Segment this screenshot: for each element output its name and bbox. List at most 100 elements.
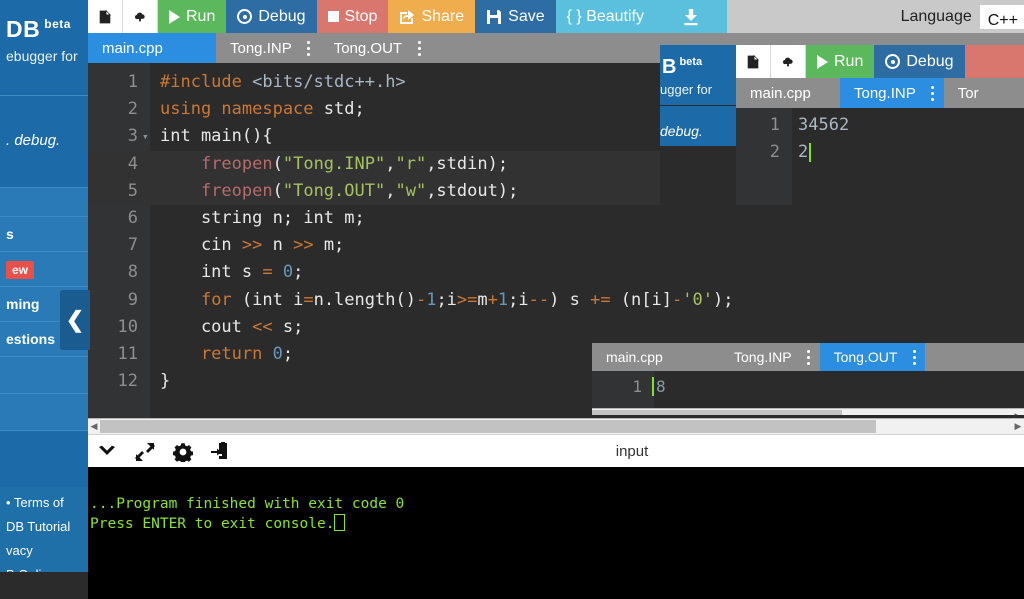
win3-tab-tong-inp-label: Tong.INP — [734, 349, 792, 365]
win2-tab-main-cpp[interactable]: main.cpp — [736, 78, 840, 108]
left-sidebar: DB beta ebugger for . debug. s ew ming es… — [0, 0, 88, 572]
line-number-1: 1 — [127, 72, 138, 92]
line-number-11: 11 — [117, 343, 138, 364]
win2-run-label: Run — [834, 52, 864, 70]
beautify-button[interactable]: { } Beautify — [555, 0, 655, 33]
win2-sidebar-hero: Bbeta ugger for — [660, 45, 736, 105]
win3-hscrollbar[interactable]: ▶ — [592, 408, 1024, 415]
editor-hscroll-thumb[interactable] — [100, 420, 876, 433]
win3-editor-lines: 18 — [592, 371, 1024, 400]
code-line-text: cout << s; — [160, 316, 304, 337]
expand-icon[interactable] — [126, 442, 164, 462]
win2-line-text: 2 — [798, 142, 809, 162]
hscroll-left-arrow-icon[interactable]: ◀ — [88, 419, 100, 434]
win2-tab-tong-out-label: Tor — [957, 84, 979, 102]
win3-tab-tong-out[interactable]: Tong.OUT — [819, 343, 904, 371]
win3-tab-tong-out-menu-icon[interactable] — [903, 343, 926, 371]
gear-icon[interactable] — [164, 442, 202, 462]
win2-tab-tong-inp-menu-icon[interactable] — [921, 78, 944, 108]
sidebar-item-0-label: s — [6, 226, 14, 242]
win2-tabstrip-filler — [984, 78, 1024, 108]
tab-tong-inp-menu-icon[interactable] — [298, 33, 320, 63]
code-line-text: int s = 0; — [160, 262, 304, 283]
console-line-0: ...Program finished with exit code 0 — [90, 496, 405, 512]
sidebar-spacer-1 — [0, 187, 88, 216]
line-number-2: 2 — [127, 99, 138, 120]
code-fold-toggle-icon[interactable]: ▾ — [142, 123, 149, 150]
tab-tong-out-menu-icon[interactable] — [408, 33, 430, 63]
win2-new-file-icon[interactable] — [736, 45, 771, 78]
win3-editor[interactable]: 18 — [592, 371, 1024, 408]
console-cursor — [334, 514, 346, 531]
save-button[interactable]: Save — [475, 0, 556, 33]
line-number-4: 4 — [127, 153, 138, 174]
upload-cloud-icon[interactable] — [123, 0, 158, 33]
language-value[interactable]: C++ — [979, 4, 1024, 29]
sidebar-item-1[interactable]: ew — [0, 251, 88, 286]
code-line-text: #include <bits/stdc++.h> — [160, 72, 406, 92]
floating-window-tong-out[interactable]: main.cpp Tong.INP Tong.OUT 18 ▶ — [592, 339, 1024, 415]
win2-line-text: 34562 — [798, 115, 850, 135]
sidebar-collapse-chevron-left-icon[interactable]: ❮ — [60, 290, 90, 350]
console-title: input — [615, 443, 649, 460]
sidebar-footer-link-2[interactable]: vacy — [6, 539, 82, 563]
line-number-6: 6 — [127, 207, 138, 228]
play-icon — [169, 9, 180, 24]
win3-tab-tong-inp-menu-icon[interactable] — [798, 343, 820, 371]
win2-editor[interactable]: 1 34562 2 2 — [736, 108, 1024, 205]
debug-circle-icon — [237, 9, 253, 24]
win2-logo: Bbeta — [660, 45, 736, 77]
share-button[interactable]: Share — [388, 0, 476, 33]
stop-button[interactable]: Stop — [316, 0, 389, 33]
win2-stop-button[interactable] — [964, 45, 1024, 78]
code-line-9: 9 for (int i=n.length()-1;i>=m+1;i--) s … — [88, 287, 1024, 314]
sidebar-item-0[interactable]: s — [0, 216, 88, 251]
floating-window-tong-inp[interactable]: Bbeta ugger for debug. Run Debug main.cp… — [660, 45, 1024, 205]
tab-tong-inp[interactable]: Tong.INP — [216, 33, 298, 63]
win3-line-1: 18 — [592, 373, 1024, 400]
new-file-icon[interactable] — [88, 0, 123, 33]
win3-tab-tong-inp[interactable]: Tong.INP — [720, 343, 798, 371]
win2-line-1: 1 34562 — [736, 112, 1024, 139]
save-button-label: Save — [508, 7, 545, 25]
code-line-text: } — [160, 371, 171, 392]
chevron-down-icon[interactable] — [88, 445, 126, 459]
tab-main-cpp[interactable]: main.cpp — [88, 33, 216, 63]
run-button-label: Run — [186, 7, 216, 25]
win3-hscroll-thumb[interactable] — [592, 410, 842, 415]
win2-play-icon — [817, 54, 828, 69]
tab-tong-out[interactable]: Tong.OUT — [319, 33, 409, 63]
win3-tabstrip-filler — [925, 343, 1024, 371]
win2-italic-line: debug. — [660, 123, 703, 139]
win2-tab-tong-inp[interactable]: Tong.INP — [840, 78, 922, 108]
line-number-10: 10 — [117, 316, 138, 337]
sidebar-spacer-4 — [0, 430, 88, 487]
sidebar-footer-link-0[interactable]: • Terms of — [6, 491, 82, 515]
win2-run-button[interactable]: Run — [806, 45, 875, 78]
code-line-10: 10 cout << s; — [88, 314, 1024, 341]
win2-sidebar-hero-secondary: debug. — [660, 106, 736, 146]
editor-hscrollbar[interactable]: ◀ ▶ — [88, 418, 1024, 434]
win2-tab-tong-out[interactable]: Tor — [943, 78, 985, 108]
sidebar-footer-link-3[interactable]: B Online — [6, 563, 82, 572]
sidebar-footer-link-1[interactable]: DB Tutorial — [6, 515, 82, 539]
line-number-12: 12 — [117, 371, 138, 392]
language-selector[interactable]: Language C++ — [893, 0, 1024, 33]
win2-debug-label: Debug — [906, 52, 954, 70]
import-icon[interactable] — [202, 441, 240, 462]
hscroll-right-arrow-icon[interactable]: ▶ — [1012, 419, 1024, 434]
win2-debug-button[interactable]: Debug — [874, 45, 965, 78]
debug-button[interactable]: Debug — [226, 0, 317, 33]
code-line-text: freopen("Tong.INP","r",stdin); — [200, 153, 509, 174]
win3-hscroll-right-arrow-icon[interactable]: ▶ — [1012, 409, 1024, 415]
run-button[interactable]: Run — [158, 0, 227, 33]
win2-upload-cloud-icon[interactable] — [771, 45, 806, 78]
win3-tab-main-cpp[interactable]: main.cpp — [592, 343, 720, 371]
download-button[interactable] — [655, 0, 727, 33]
console-line-1-wrap: Press ENTER to exit console. — [88, 514, 1024, 534]
download-icon — [684, 8, 698, 25]
code-line-text: return 0; — [160, 343, 294, 364]
console-toolbar: input — [88, 434, 1024, 468]
win2-line-number-2: 2 — [769, 142, 780, 162]
console-output[interactable]: ...Program finished with exit code 0 Pre… — [88, 467, 1024, 599]
